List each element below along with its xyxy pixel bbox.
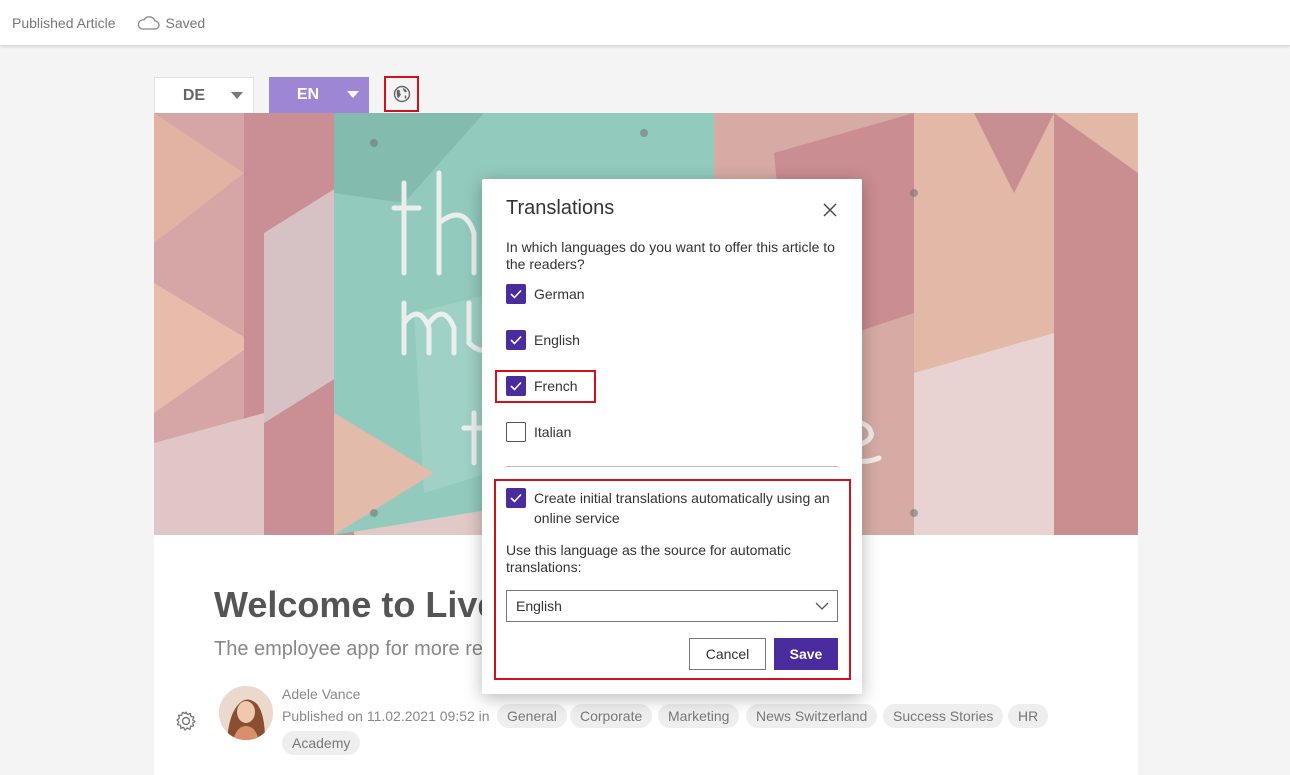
checkbox[interactable] bbox=[506, 284, 526, 304]
tag[interactable]: HR bbox=[1008, 704, 1049, 728]
languages-question: In which languages do you want to offer … bbox=[506, 239, 835, 272]
close-icon[interactable] bbox=[820, 200, 840, 220]
article-title[interactable]: Welcome to LiveTiles bbox=[214, 584, 489, 626]
check-icon bbox=[510, 289, 522, 299]
language-tab-label: EN bbox=[296, 86, 320, 103]
language-option-english[interactable]: English bbox=[506, 330, 580, 350]
tag[interactable]: Corporate bbox=[570, 704, 653, 728]
caret-down-icon bbox=[347, 91, 359, 98]
caret-down-icon bbox=[231, 92, 243, 99]
language-label: German bbox=[534, 286, 585, 302]
checkbox[interactable] bbox=[506, 422, 526, 442]
language-label: Italian bbox=[534, 424, 572, 440]
tag[interactable]: Success Stories bbox=[883, 704, 1004, 728]
published-info: Published on 11.02.2021 09:52 in bbox=[282, 708, 490, 724]
language-option-german[interactable]: German bbox=[506, 284, 585, 304]
globe-icon bbox=[393, 85, 410, 103]
saved-status: Saved bbox=[136, 14, 206, 31]
highlight-auto-translate bbox=[494, 479, 851, 680]
tag[interactable]: News Switzerland bbox=[746, 704, 878, 728]
tag[interactable]: General bbox=[497, 704, 567, 728]
divider bbox=[506, 466, 838, 467]
language-option-italian[interactable]: Italian bbox=[506, 422, 571, 442]
checkbox[interactable] bbox=[506, 330, 526, 350]
language-label: English bbox=[534, 332, 580, 348]
cloud-icon bbox=[137, 15, 160, 30]
author-name: Adele Vance bbox=[282, 686, 361, 702]
translations-button[interactable] bbox=[384, 76, 419, 112]
article-subtitle[interactable]: The employee app for more reach bbox=[214, 638, 486, 661]
tag[interactable]: Academy bbox=[282, 731, 361, 755]
tag[interactable]: Marketing bbox=[658, 704, 740, 728]
language-tab-label: DE bbox=[182, 86, 206, 104]
avatar bbox=[219, 686, 273, 740]
language-tab-de[interactable]: DE bbox=[154, 77, 254, 113]
top-bar: Published Article Saved bbox=[0, 0, 1290, 46]
saved-label: Saved bbox=[165, 14, 206, 31]
check-icon bbox=[510, 335, 522, 345]
language-tab-en[interactable]: EN bbox=[269, 77, 369, 113]
gear-icon[interactable] bbox=[175, 710, 197, 737]
article-status: Published Article bbox=[12, 14, 116, 31]
dialog-title: Translations bbox=[506, 197, 615, 219]
highlight-french bbox=[495, 370, 596, 403]
